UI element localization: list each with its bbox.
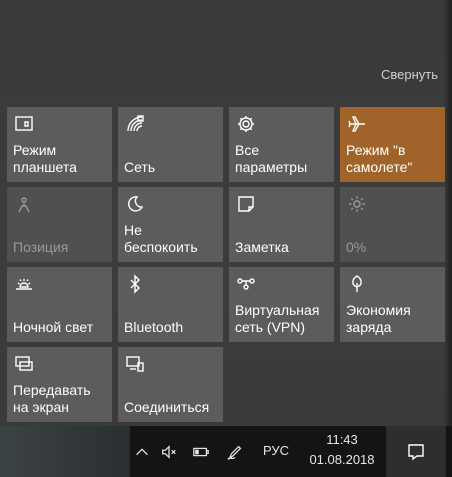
moon-icon: [124, 193, 146, 215]
network-icon: [124, 113, 146, 135]
location-icon: [13, 193, 35, 215]
tile-label: Ночной свет: [13, 319, 94, 335]
tile-label: Виртуальная сеть (VPN): [235, 302, 320, 335]
brightness-icon: [346, 193, 368, 215]
taskbar: РУС 11:43 01.08.2018: [0, 426, 452, 477]
tile-airplane-mode[interactable]: Режим "в самолете": [340, 107, 445, 182]
tile-label: Режим планшета: [13, 142, 77, 175]
chevron-up-icon[interactable]: [132, 442, 152, 462]
tile-network[interactable]: Сеть: [118, 107, 223, 182]
tablet-mode-icon: [13, 113, 35, 135]
tile-quiet-hours[interactable]: Не беспокоить: [118, 187, 223, 262]
gear-icon: [235, 113, 257, 135]
tile-label: Сеть: [124, 159, 156, 175]
tile-project[interactable]: Передавать на экран: [7, 347, 112, 422]
action-center-button[interactable]: [386, 426, 446, 477]
clock-time: 11:43: [326, 432, 358, 447]
tile-brightness[interactable]: 0%: [340, 187, 445, 262]
action-center-panel: Свернуть Режим планшета Сеть Все параметры…: [0, 0, 452, 426]
tile-label: Bluetooth: [124, 319, 184, 335]
tile-label: Соединиться: [124, 399, 210, 415]
project-icon: [13, 353, 35, 375]
tile-battery-saver[interactable]: Экономия заряда: [340, 267, 445, 342]
pen-icon[interactable]: [225, 442, 245, 462]
tile-label: Не беспокоить: [124, 222, 198, 255]
clock-date: 01.08.2018: [309, 452, 375, 467]
quick-actions-grid: Режим планшета Сеть Все параметры Режим "в …: [7, 107, 445, 422]
vpn-icon: [235, 273, 257, 295]
tile-label: Все параметры: [235, 142, 308, 175]
battery-icon[interactable]: [191, 442, 211, 462]
tile-tablet-mode[interactable]: Режим планшета: [7, 107, 112, 182]
tile-connect[interactable]: Соединиться: [118, 347, 223, 422]
tile-bluetooth[interactable]: Bluetooth: [118, 267, 223, 342]
tile-note[interactable]: Заметка: [229, 187, 334, 262]
tile-label: 0%: [346, 239, 367, 255]
tile-label: Режим "в самолете": [346, 142, 413, 175]
tile-location[interactable]: Позиция: [7, 187, 112, 262]
tile-label: Экономия заряда: [346, 302, 411, 335]
volume-muted-icon[interactable]: [159, 442, 179, 462]
night-light-icon: [13, 273, 35, 295]
collapse-button[interactable]: Свернуть: [381, 67, 438, 82]
tile-vpn[interactable]: Виртуальная сеть (VPN): [229, 267, 334, 342]
clock[interactable]: 11:43 01.08.2018: [300, 430, 384, 470]
bluetooth-icon: [124, 273, 146, 295]
desktop-peek-background: [0, 426, 130, 477]
tile-night-light[interactable]: Ночной свет: [7, 267, 112, 342]
notification-icon: [408, 443, 424, 460]
airplane-icon: [346, 113, 368, 135]
note-icon: [235, 193, 257, 215]
tile-label: Заметка: [235, 239, 289, 255]
leaf-icon: [346, 273, 368, 295]
connect-icon: [124, 353, 146, 375]
input-language[interactable]: РУС: [263, 443, 289, 458]
tile-all-settings[interactable]: Все параметры: [229, 107, 334, 182]
tile-label: Передавать на экран: [13, 382, 91, 415]
tile-label: Позиция: [13, 239, 69, 255]
panel-edge-shadow: [444, 0, 452, 426]
